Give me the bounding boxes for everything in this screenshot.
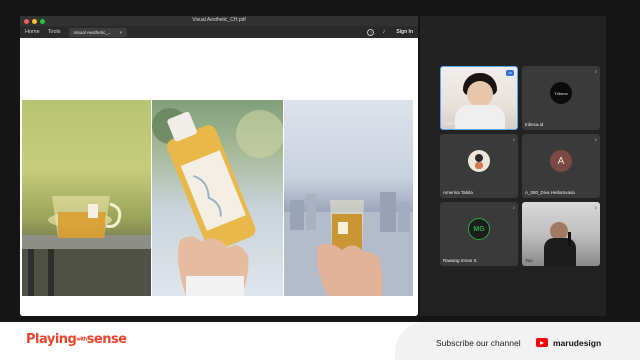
mic-muted-icon: ♪ xyxy=(594,137,598,143)
mic-muted-icon: ♪ xyxy=(594,69,598,75)
participant-tile-you[interactable]: ♪ You xyxy=(522,202,600,266)
channel-name[interactable]: marudesign xyxy=(553,338,601,348)
participant-tile-tribeca[interactable]: ♪ Tribeca tribeca.id xyxy=(522,66,600,130)
viewer-toolbar: Home Tools Visual Aesthetic_... × ? ♪ Si… xyxy=(20,26,418,38)
photo-tea-glass-balcony xyxy=(22,100,151,296)
mic-muted-icon: ♪ xyxy=(594,205,598,211)
youtube-icon[interactable] xyxy=(536,338,548,347)
help-icon[interactable]: ? xyxy=(367,28,375,36)
participant-name: Rawang Irman S. xyxy=(443,258,478,263)
more-options-button[interactable]: ••• xyxy=(506,70,514,76)
participant-tile-amerina[interactable]: ♪ Amerina Tabita xyxy=(440,134,518,198)
subscribe-text: Subscribe our channel xyxy=(436,338,521,348)
mic-muted-icon: ♪ xyxy=(512,205,516,211)
channel-footer: Playingwithsense Subscribe our channel m… xyxy=(0,322,640,360)
participant-name: tribeca.id xyxy=(525,122,544,127)
participant-tile-diva[interactable]: ♪ A A_080_Diva Herlamvasa xyxy=(522,134,600,198)
bell-icon[interactable]: ♪ xyxy=(382,29,388,36)
photo-tea-glass-city xyxy=(284,100,413,296)
letter-avatar: A xyxy=(550,150,572,172)
illustration-avatar xyxy=(468,150,490,172)
participant-name: Amerina Tabita xyxy=(443,190,473,195)
brand-left: Playing xyxy=(26,332,77,347)
pdf-viewer-window: Visual Aesthetic_CH.pdf Home Tools Visua… xyxy=(20,16,418,316)
tab-close-icon[interactable]: × xyxy=(119,30,122,35)
self-shirt xyxy=(544,238,576,266)
mic-muted-icon: ♪ xyxy=(512,137,516,143)
document-tab[interactable]: Visual Aesthetic_... × xyxy=(68,27,128,37)
brand-separator: with xyxy=(76,336,87,343)
document-page xyxy=(20,38,418,316)
participant-name: A_080_Diva Herlamvasa xyxy=(525,190,575,195)
document-title: Visual Aesthetic_CH.pdf xyxy=(192,17,246,23)
participant-name: You xyxy=(525,258,533,263)
tribeca-logo: Tribeca xyxy=(550,82,572,104)
participants-panel: ••• Caroline Nabilah ♪ Tribeca tribeca.i… xyxy=(420,16,606,316)
meeting-stage: Visual Aesthetic_CH.pdf Home Tools Visua… xyxy=(0,0,640,322)
participant-shirt xyxy=(455,105,505,129)
photo-bottle-in-hand xyxy=(152,100,283,296)
sign-in-button[interactable]: Sign In xyxy=(396,29,413,35)
brand-logo: Playingwithsense xyxy=(26,332,127,347)
title-bar: Visual Aesthetic_CH.pdf xyxy=(20,16,418,26)
self-video xyxy=(522,202,600,266)
microphone-stand-icon xyxy=(568,232,571,246)
participant-video xyxy=(441,67,517,129)
brand-right: sense xyxy=(86,332,127,347)
participant-tile-caroline[interactable]: ••• Caroline Nabilah xyxy=(440,66,518,130)
green-logo-avatar: MG xyxy=(468,218,490,240)
tools-tab[interactable]: Tools xyxy=(48,29,61,35)
participant-name: Caroline Nabilah xyxy=(444,121,478,126)
participant-tile-rawang[interactable]: ♪ MG Rawang Irman S. xyxy=(440,202,518,266)
home-tab[interactable]: Home xyxy=(25,29,40,35)
participant-face xyxy=(467,81,493,107)
document-tab-label: Visual Aesthetic_... xyxy=(73,29,112,35)
